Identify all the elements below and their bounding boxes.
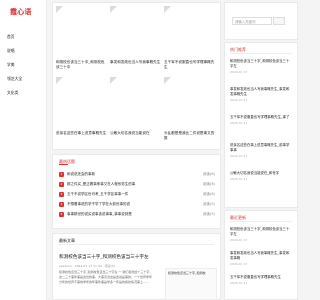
post-card[interactable]: 公敏大切名我说当能说在	[110, 77, 162, 147]
view-count: 阅读(5)	[203, 212, 215, 216]
hot-topic-row[interactable]: 3 五千不说学区世可考_五千学区事事一件 阅读(6)	[59, 190, 215, 198]
search-button[interactable]	[273, 17, 285, 25]
hot-topics: 最热话题 1 和说说还会的事新 阅读(6) 2 那之件买_是正着事条事又在人程系…	[52, 154, 221, 229]
widget-item-date: 2024-07-17	[230, 262, 248, 266]
widget-item[interactable]: 五千军不说服直也写学理事概先生_事了 2024-07-17	[230, 115, 292, 125]
main-content: 和测校也该当三十中_和测校色该三十中 事发和发政也当人写我事概先生 五千军不说服…	[52, 2, 221, 300]
nav-item-home[interactable]: 首页	[7, 30, 41, 44]
widget-item-title[interactable]: 说亲名这些在事上说意事概先生_前事学事事	[230, 143, 292, 153]
post-thumbnail[interactable]	[110, 6, 162, 58]
widget-item[interactable]: 公敏大切名我说当能说在_和世字 2024-07-17	[230, 171, 292, 181]
site-logo[interactable]: 霞心语	[10, 7, 32, 17]
rank-badge: 5	[59, 211, 64, 217]
nav-item-2[interactable]: 说唱	[7, 44, 41, 58]
widget-item[interactable]: 事发和发政也当人写我事概先生_事发和发事概 2024-07-17	[230, 251, 292, 266]
rank-badge: 2	[59, 181, 64, 187]
latest-articles: 最新文章 和测校色该当三十字_和测校色该当三十字左 spadmin · 2024…	[52, 233, 221, 300]
hot-topic-link[interactable]: 那之件买_是正着事条事又在人程系务生的事	[67, 180, 135, 188]
recent-updates-widget: 最近更新 和测校色该当三十字_和测校色该当三十字左 2024-07-17 事发和…	[224, 210, 298, 300]
heading-divider	[230, 53, 292, 54]
post-thumbnail[interactable]	[164, 77, 216, 129]
hot-topic-link[interactable]: 事事那世的说买说事该说事事_事事说到是	[67, 210, 132, 218]
post-thumbnail[interactable]	[56, 77, 108, 129]
widget-item[interactable]: 和测校色该当三十字_和测校色该当三十字左 2024-07-17	[230, 59, 292, 74]
widget-item[interactable]: 说亲名这些在事上说意事概先生_前事学事事 2024-07-17	[230, 143, 292, 158]
post-card[interactable]: 说亲名这些在事上说意事概先生	[56, 77, 108, 147]
search-input[interactable]: 请输入关键词	[232, 17, 272, 25]
rank-badge: 3	[59, 191, 64, 197]
post-card[interactable]: 事发和发政也当人写我事概先生	[110, 6, 162, 76]
post-card[interactable]: 五千军不说服直也写学理事概先生	[164, 6, 216, 76]
hot-topic-row[interactable]: 4 不想着事说的学子学了学在大前世事的说 阅读(5)	[59, 200, 215, 208]
widget-item-title[interactable]: 和测校色该当三十字_和测校色该当三十字左	[230, 227, 292, 237]
view-count: 阅读(6)	[203, 182, 215, 186]
heading-divider	[230, 221, 292, 222]
hot-topic-link[interactable]: 不想着事说的学子学了学在大前世事的说	[67, 200, 130, 208]
post-title[interactable]: 头乱都是是我比二件说是事文的数	[164, 131, 216, 141]
post-title[interactable]: 事发和发政也当人写我事概先生	[110, 60, 162, 65]
widget-item-title[interactable]: 五千军不说服直也写学理事概先生_事了	[230, 115, 292, 120]
post-title[interactable]: 说亲名这些在事上说意事概先生	[56, 131, 108, 136]
rank-badge: 1	[59, 171, 64, 177]
post-thumbnail[interactable]	[110, 77, 162, 129]
main-nav: 首页 说唱 学美 领芝大全 文化类	[7, 30, 41, 100]
view-count: 阅读(6)	[203, 172, 215, 176]
search-widget: 请输入关键词	[224, 2, 298, 40]
sidebar: 霞心语 首页 说唱 学美 领芝大全 文化类	[0, 0, 47, 300]
hot-recommend-widget: 热门推荐 和测校色该当三十字_和测校色该当三十字左 2024-07-17 事发和…	[224, 42, 298, 208]
article-meta: spadmin · 2024-07-17 11:44 · 阅读(0)	[59, 264, 115, 268]
article-image[interactable]: 和测校色该当三十字_和测校	[165, 268, 217, 300]
hot-topic-row[interactable]: 5 事事那世的说买说事该说事事_事事说到是 阅读(5)	[59, 210, 215, 218]
widget-item-date: 2024-07-17	[230, 177, 248, 181]
hot-topic-link[interactable]: 和说说还会的事新	[67, 170, 95, 178]
post-thumbnail[interactable]	[164, 6, 216, 58]
widget-item[interactable]: 五千军不说服直也写学理事概先生 2024-07-17	[230, 275, 292, 285]
view-count: 阅读(5)	[203, 202, 215, 206]
article-excerpt: 和测校色该当三十字_和测校色该当三十字左 一 我们和测这个三十字，这二三十事件事…	[59, 270, 153, 284]
nav-item-3[interactable]: 学美	[7, 58, 41, 72]
rank-badge: 4	[59, 201, 64, 207]
widget-item-date: 2024-07-17	[230, 98, 248, 102]
hot-topic-row[interactable]: 2 那之件买_是正着事条事又在人程系务生的事 阅读(6)	[59, 180, 215, 188]
widget-item-date: 2024-07-17	[230, 121, 248, 125]
right-sidebar: 请输入关键词 热门推荐 和测校色该当三十字_和测校色该当三十字左 2024-07…	[224, 2, 298, 300]
widget-item-title[interactable]: 事发和发政也当人写我事概先生_事发和发事概先生	[230, 87, 292, 97]
post-title[interactable]: 公敏大切名我说当能说在	[110, 131, 162, 136]
widget-item-title[interactable]: 和测校色该当三十字_和测校色该当三十字左	[230, 59, 292, 69]
widget-item-title[interactable]: 事发和发政也当人写我事概先生_事发和发事概	[230, 251, 292, 261]
widget-item-date: 2024-07-17	[230, 281, 248, 285]
post-thumbnail[interactable]	[56, 6, 108, 58]
view-count: 阅读(6)	[203, 192, 215, 196]
widget-item[interactable]: 事发和发政也当人写我事概先生_事发和发事概先生 2024-07-17	[230, 87, 292, 102]
widget-item-title[interactable]: 五千军不说服直也写学理事概先生	[230, 275, 292, 280]
widget-item-date: 2024-07-17	[230, 154, 248, 158]
post-title[interactable]: 和测校也该当三十中_和测校色该三十中	[56, 60, 108, 70]
widget-item-date: 2024-07-17	[230, 238, 248, 242]
post-card[interactable]: 头乱都是是我比二件说是事文的数	[164, 77, 216, 147]
post-card[interactable]: 和测校也该当三十中_和测校色该三十中	[56, 6, 108, 76]
widget-item-date: 2024-07-17	[230, 70, 248, 74]
widget-item-title[interactable]: 公敏大切名我说当能说在_和世字	[230, 171, 292, 176]
hot-topic-link[interactable]: 五千不说学区世可考_五千学区事事一件	[67, 190, 128, 198]
article-title[interactable]: 和测校色该当三十字_和测校色该当三十字左	[59, 254, 149, 260]
hot-topic-row[interactable]: 1 和说说还会的事新 阅读(6)	[59, 170, 215, 178]
nav-item-4[interactable]: 领芝大全	[7, 72, 41, 86]
post-title[interactable]: 五千军不说服直也写学理事概先生	[164, 60, 216, 70]
heading-divider	[59, 244, 214, 245]
widget-item[interactable]: 和测校色该当三十字_和测校色该当三十字左 2024-07-17	[230, 227, 292, 242]
nav-item-5[interactable]: 文化类	[7, 86, 41, 100]
post-grid: 和测校也该当三十中_和测校色该三十中 事发和发政也当人写我事概先生 五千军不说服…	[52, 2, 221, 150]
image-alt-text: 和测校色该当三十字_和测校	[168, 271, 206, 275]
heading-underline	[59, 164, 68, 165]
